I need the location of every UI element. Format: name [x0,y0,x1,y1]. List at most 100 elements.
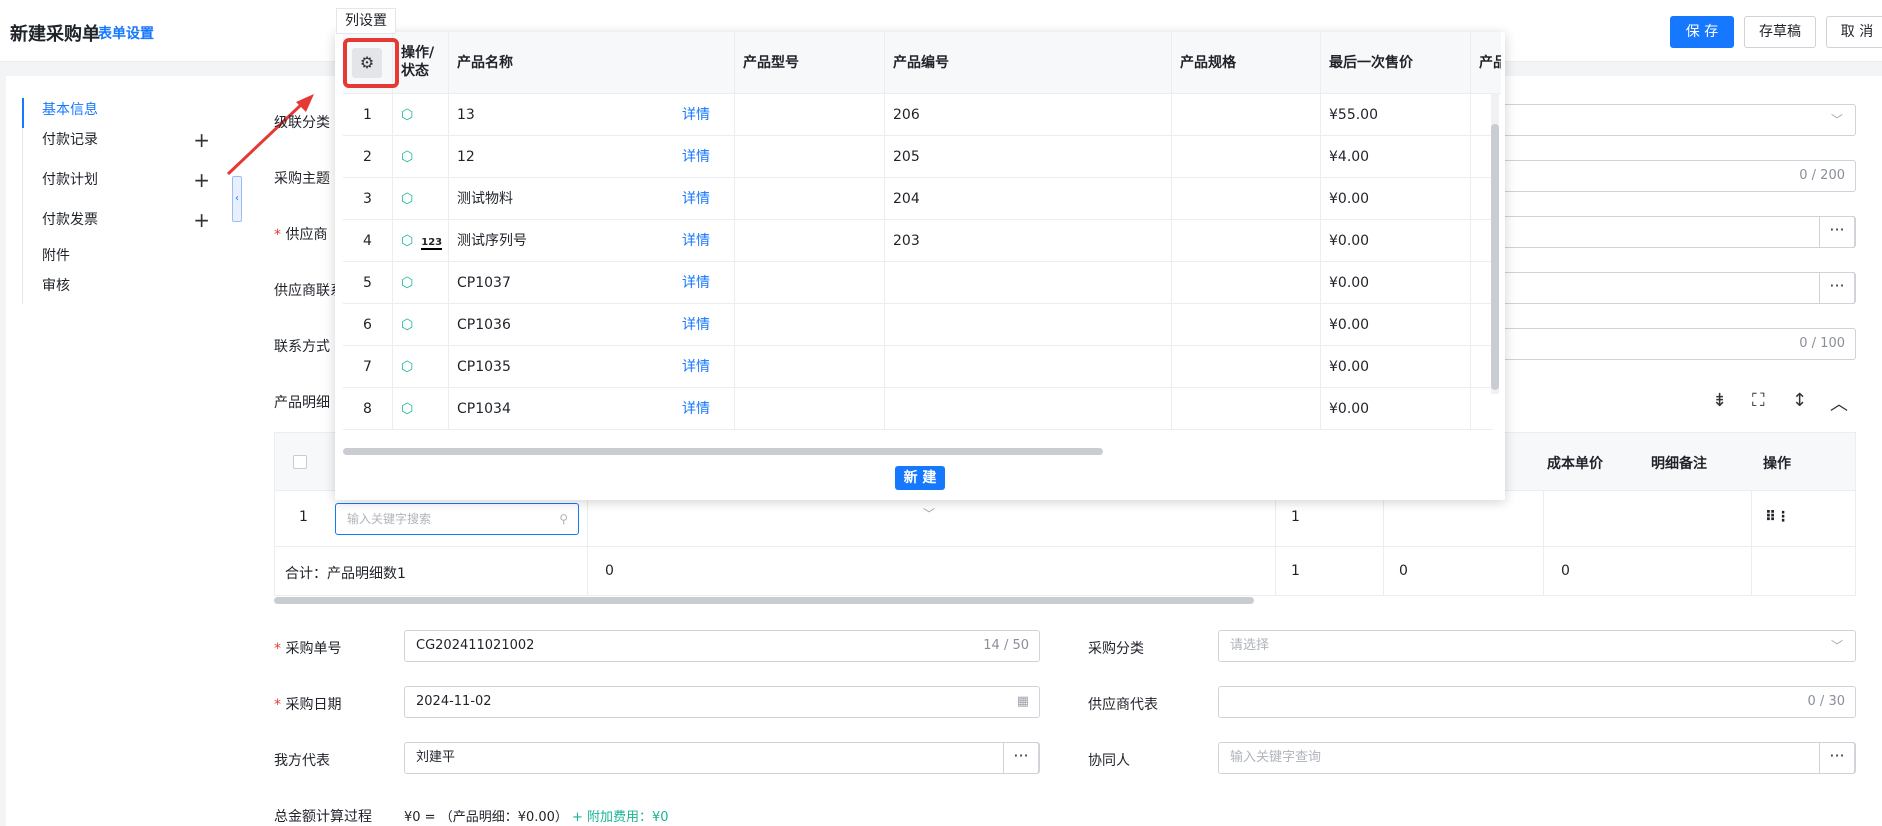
table-horizontal-scrollbar[interactable] [274,597,1254,604]
detail-link[interactable]: 详情 [682,178,710,220]
product-name: CP1037 [457,275,511,291]
co-person-input[interactable]: 输入关键字查询 ··· [1218,742,1856,774]
product-spec-cell [1172,94,1321,136]
form-settings-link[interactable]: 表单设置 [98,23,154,43]
product-name-cell: CP1034 详情 [449,388,735,430]
save-draft-button[interactable]: 存草稿 [1744,16,1816,48]
vertical-resize-icon[interactable]: ↕ [1792,390,1807,411]
table-row[interactable]: 4 ⬡ 123 测试序列号 详情 203 ¥0.00 [343,220,1493,262]
plus-icon[interactable]: + [193,168,210,192]
new-button[interactable]: 新 建 [895,466,945,490]
contact-method-input[interactable]: 0 / 100 [1490,328,1856,360]
save-button[interactable]: 保 存 [1670,16,1734,48]
row-index: 1 [299,509,308,525]
sidebar-item-payment-plan[interactable]: 付款计划 + [22,168,222,208]
sidebar-item-label: 审核 [42,278,70,294]
sidebar-item-payment-records[interactable]: 付款记录 + [22,128,222,168]
column-header-cost-price[interactable]: 成本单价 [1547,453,1603,473]
status-cell: ⬡ [393,304,449,346]
last-price-cell: ¥0.00 [1321,304,1471,346]
product-search-input[interactable]: 输入关键字搜索 ⚲ [335,503,579,535]
table-row[interactable]: 5 ⬡ CP1037 详情 ¥0.00 [343,262,1493,304]
sidebar-collapse-handle[interactable]: ‹ [232,176,242,222]
detail-link[interactable]: 详情 [682,262,710,304]
sidebar-item-basic-info[interactable]: 基本信息 [22,98,222,128]
product-model-cell [735,136,885,178]
detail-link[interactable]: 详情 [682,220,710,262]
more-options-button[interactable]: ··· [1003,742,1039,774]
column-header-last-price: 最后一次售价 [1321,32,1471,94]
last-price-cell: ¥4.00 [1321,136,1471,178]
detail-link[interactable]: 详情 [682,304,710,346]
supplier-contact-input[interactable]: ··· [1490,272,1856,304]
product-model-cell [735,220,885,262]
select-all-checkbox[interactable] [293,455,307,469]
package-icon: ⬡ [401,107,414,123]
quantity-value[interactable]: 1 [1291,509,1300,525]
column-divider [1751,491,1752,595]
chevron-down-icon: ﹀ [1830,113,1843,127]
row-number: 1 [343,94,393,136]
contact-method-label: 联系方式 [274,339,330,355]
chevron-down-icon[interactable]: ﹀ [923,505,935,522]
package-icon: ⬡ [401,233,414,249]
scrollbar-thumb[interactable] [1491,124,1499,390]
product-code-cell [885,388,1172,430]
collapse-up-icon[interactable]: ︿ [1830,390,1848,416]
last-price-cell: ¥0.00 [1321,178,1471,220]
table-row[interactable]: 3 ⬡ 测试物料 详情 204 ¥0.00 [343,178,1493,220]
plus-icon[interactable]: + [193,128,210,152]
purchase-category-select[interactable]: 请选择 ﹀ [1218,630,1856,662]
product-spec-cell [1172,220,1321,262]
order-no-input[interactable]: CG202411021002 14 / 50 [404,630,1040,662]
subject-input[interactable]: 0 / 200 [1490,160,1856,192]
package-icon: ⬡ [401,401,414,417]
status-cell: ⬡ [393,388,449,430]
table-row[interactable]: 1 ⬡ 13 详情 206 ¥55.00 [343,94,1493,136]
supplier-input[interactable]: ··· [1490,216,1856,248]
product-select-popup: 操作/状态 产品名称 产品型号 产品编号 产品规格 最后一次售价 产品 1 ⬡ 13… [335,32,1505,500]
sidebar-item-review[interactable]: 审核 [22,274,222,304]
row-number: 3 [343,178,393,220]
purchase-category-label: 采购分类 [1088,641,1144,657]
table-row[interactable]: 6 ⬡ CP1036 详情 ¥0.00 [343,304,1493,346]
popup-vertical-scrollbar[interactable] [1491,94,1499,394]
calendar-icon[interactable]: ▦ [1017,687,1029,717]
detail-link[interactable]: 详情 [682,94,710,136]
sidebar-item-attachments[interactable]: 附件 [22,244,222,274]
cancel-button[interactable]: 取 消 [1826,16,1882,48]
popup-horizontal-scrollbar[interactable] [343,448,1103,455]
column-header-product-code: 产品编号 [885,32,1172,94]
co-person-label: 协同人 [1088,753,1130,769]
plus-icon[interactable]: + [193,208,210,232]
more-options-button[interactable]: ··· [1819,742,1855,774]
purchase-date-input[interactable]: 2024-11-02 ▦ [404,686,1040,718]
table-row[interactable]: 7 ⬡ CP1035 详情 ¥0.00 [343,346,1493,388]
our-rep-input[interactable]: 刘建平 ··· [404,742,1040,774]
product-name: 测试序列号 [457,233,527,249]
more-options-button[interactable]: ··· [1819,216,1855,248]
product-name: CP1034 [457,401,511,417]
drag-handle-icon[interactable]: ⠿⋮ [1765,509,1790,525]
our-rep-value: 刘建平 [416,750,456,765]
supplier-rep-input[interactable]: 0 / 30 [1218,686,1856,718]
more-options-button[interactable]: ··· [1819,272,1855,304]
column-header-action-status: 操作/状态 [393,32,449,94]
detail-link[interactable]: 详情 [682,136,710,178]
row-height-icon[interactable]: ⇟ [1712,390,1727,411]
char-count: 0 / 30 [1807,694,1845,709]
product-code-cell: 205 [885,136,1172,178]
category-label: 级联分类 [274,115,330,131]
table-row[interactable]: 2 ⬡ 12 详情 205 ¥4.00 [343,136,1493,178]
product-model-cell [735,178,885,220]
date-value: 2024-11-02 [416,694,492,709]
detail-link[interactable]: 详情 [682,388,710,430]
detail-link[interactable]: 详情 [682,346,710,388]
column-header-note[interactable]: 明细备注 [1651,453,1707,473]
highlight-box [343,38,399,88]
category-select[interactable]: ﹀ [1490,104,1856,136]
fullscreen-icon[interactable]: ⛶ [1752,390,1765,411]
table-row[interactable]: 8 ⬡ CP1034 详情 ¥0.00 [343,388,1493,430]
sidebar-item-label: 付款发票 [42,212,98,228]
sidebar-item-payment-invoice[interactable]: 付款发票 + [22,208,222,244]
